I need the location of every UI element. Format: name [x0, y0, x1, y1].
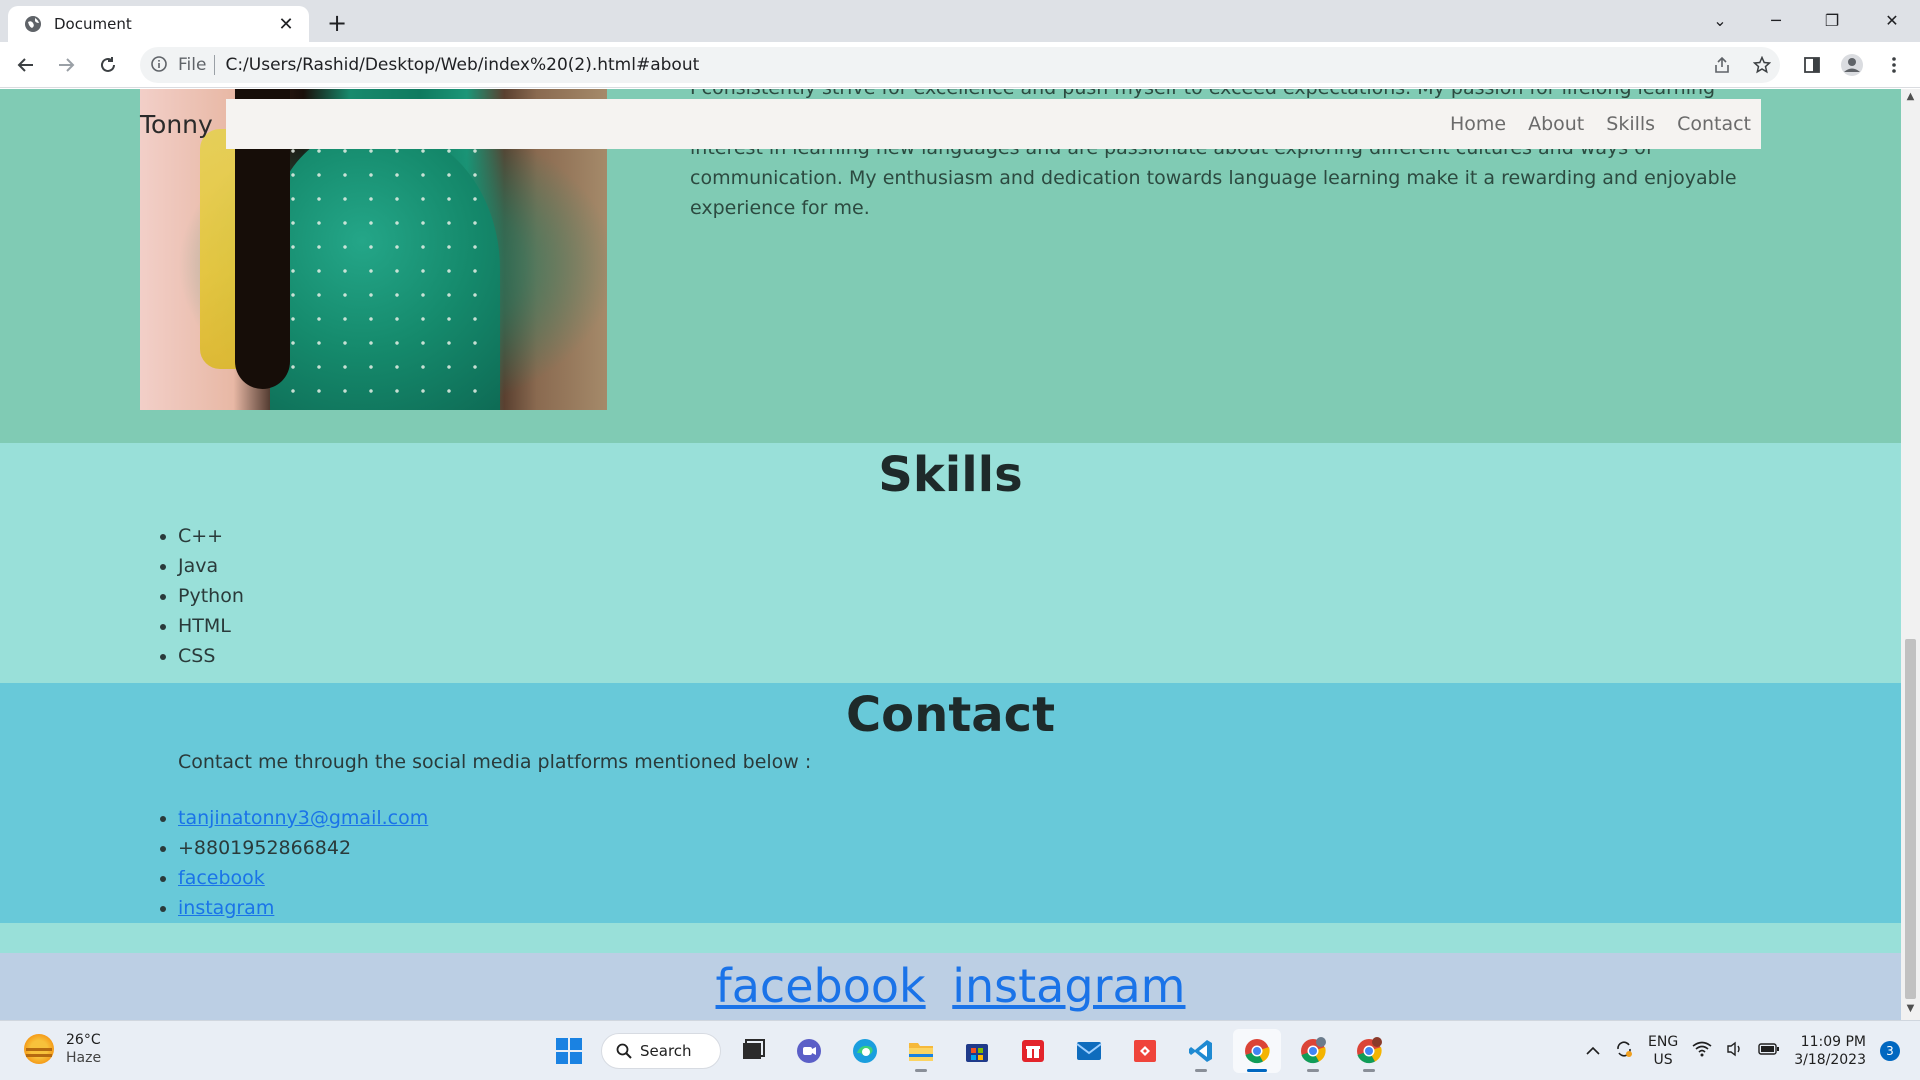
nav-home-link[interactable]: Home [1450, 113, 1506, 135]
contact-email-item: tanjinatonny3@gmail.com [178, 803, 428, 833]
windows-taskbar: 26°C Haze Search ENG US 11:09 PM 3/18/20… [0, 1020, 1920, 1080]
gift-app-icon[interactable] [1009, 1029, 1057, 1073]
haze-weather-icon [24, 1034, 54, 1064]
task-view-icon[interactable] [729, 1029, 777, 1073]
restore-button[interactable]: ❐ [1804, 0, 1860, 40]
tab-title: Document [54, 15, 132, 33]
chrome-icon[interactable] [1233, 1029, 1281, 1073]
lang-region: US [1653, 1052, 1673, 1068]
profile-avatar-icon[interactable] [1836, 49, 1868, 81]
browser-tab[interactable]: Document ✕ [8, 6, 309, 42]
lang-code: ENG [1648, 1034, 1679, 1050]
navbar: Home About Skills Contact [226, 99, 1761, 149]
battery-icon[interactable] [1758, 1042, 1780, 1060]
contact-section: Contact Contact me through the social me… [0, 683, 1901, 923]
contact-instagram-item: instagram [178, 893, 428, 923]
tab-close-icon[interactable]: ✕ [275, 13, 297, 35]
address-bar[interactable]: File C:/Users/Rashid/Desktop/Web/index%2… [140, 47, 1780, 83]
notification-badge[interactable]: 3 [1880, 1041, 1900, 1061]
chrome-profile-t-icon[interactable] [1345, 1029, 1393, 1073]
bookmark-star-icon[interactable] [1746, 49, 1778, 81]
contact-intro: Contact me through the social media plat… [178, 751, 812, 773]
anydesk-icon[interactable] [1121, 1029, 1169, 1073]
skill-item: Java [178, 551, 244, 581]
footer-instagram-link[interactable]: instagram [952, 959, 1185, 1013]
forward-button[interactable] [50, 49, 82, 81]
clock[interactable]: 11:09 PM 3/18/2023 [1794, 1033, 1866, 1069]
wifi-icon[interactable] [1692, 1041, 1712, 1061]
footer-facebook-link[interactable]: facebook [716, 959, 926, 1013]
nav-about-link[interactable]: About [1528, 113, 1584, 135]
nav-skills-link[interactable]: Skills [1606, 113, 1655, 135]
vscode-icon[interactable] [1177, 1029, 1225, 1073]
teams-chat-icon[interactable] [785, 1029, 833, 1073]
taskbar-search[interactable]: Search [601, 1033, 721, 1069]
volume-icon[interactable] [1726, 1041, 1744, 1061]
microsoft-store-icon[interactable] [953, 1029, 1001, 1073]
reload-button[interactable] [92, 49, 124, 81]
sync-icon[interactable] [1614, 1039, 1634, 1063]
section-spacer [0, 923, 1901, 953]
scroll-down-arrow-icon[interactable]: ▼ [1905, 1003, 1916, 1017]
taskbar-apps: Search [545, 1029, 1393, 1073]
system-tray: ENG US 11:09 PM 3/18/2023 3 [1586, 1029, 1900, 1073]
file-explorer-icon[interactable] [897, 1029, 945, 1073]
globe-icon [24, 15, 42, 33]
skill-item: HTML [178, 611, 244, 641]
scroll-up-arrow-icon[interactable]: ▲ [1905, 91, 1916, 105]
skill-item: CSS [178, 641, 244, 671]
clock-date: 3/18/2023 [1794, 1052, 1866, 1068]
skills-list: C++ Java Python HTML CSS [178, 521, 244, 671]
nav-links: Home About Skills Contact [1450, 99, 1751, 149]
close-window-button[interactable]: ✕ [1864, 0, 1920, 40]
edge-browser-icon[interactable] [841, 1029, 889, 1073]
instagram-link[interactable]: instagram [178, 897, 274, 919]
chevron-up-icon[interactable] [1586, 1044, 1600, 1059]
start-button[interactable] [545, 1029, 593, 1073]
page-viewport: I consistently strive for excellence and… [0, 89, 1901, 1020]
tab-search-chevron-icon[interactable]: ⌄ [1692, 0, 1748, 40]
url-text[interactable]: C:/Users/Rashid/Desktop/Web/index%20(2).… [225, 55, 699, 75]
vertical-scrollbar[interactable]: ▲ ▼ [1901, 89, 1920, 1020]
contact-phone-item: +8801952866842 [178, 833, 428, 863]
contact-list: tanjinatonny3@gmail.com +8801952866842 f… [178, 803, 428, 923]
brand-name[interactable]: Tonny [140, 110, 213, 139]
clock-time: 11:09 PM [1800, 1034, 1866, 1050]
contact-facebook-item: facebook [178, 863, 428, 893]
new-tab-button[interactable]: + [322, 8, 352, 38]
skill-item: Python [178, 581, 244, 611]
weather-desc: Haze [66, 1050, 102, 1066]
mail-icon[interactable] [1065, 1029, 1113, 1073]
share-icon[interactable] [1706, 49, 1738, 81]
skill-item: C++ [178, 521, 244, 551]
nav-contact-link[interactable]: Contact [1677, 113, 1751, 135]
contact-heading: Contact [845, 687, 1056, 743]
info-icon[interactable] [150, 55, 170, 75]
language-indicator[interactable]: ENG US [1648, 1033, 1678, 1069]
back-button[interactable] [10, 49, 42, 81]
side-panel-icon[interactable] [1796, 49, 1828, 81]
skills-section: Skills C++ Java Python HTML CSS [0, 443, 1901, 683]
minimize-button[interactable]: ─ [1748, 0, 1804, 40]
email-link[interactable]: tanjinatonny3@gmail.com [178, 807, 428, 829]
search-icon [616, 1043, 632, 1059]
url-separator [214, 55, 216, 75]
windows-logo-icon [556, 1038, 582, 1064]
browser-tab-strip: Document ✕ + ⌄ ─ ❐ ✕ [0, 0, 1920, 42]
weather-temp: 26°C [66, 1032, 101, 1048]
weather-widget[interactable]: 26°C Haze [24, 1031, 101, 1067]
scrollbar-thumb[interactable] [1905, 639, 1916, 999]
facebook-link[interactable]: facebook [178, 867, 265, 889]
browser-toolbar: File C:/Users/Rashid/Desktop/Web/index%2… [0, 42, 1920, 88]
skills-heading: Skills [878, 447, 1023, 503]
file-label: File [178, 55, 207, 75]
footer: facebook instagram [0, 953, 1901, 1020]
menu-kebab-icon[interactable] [1878, 49, 1910, 81]
search-label: Search [640, 1042, 692, 1060]
chrome-profile-icon[interactable] [1289, 1029, 1337, 1073]
